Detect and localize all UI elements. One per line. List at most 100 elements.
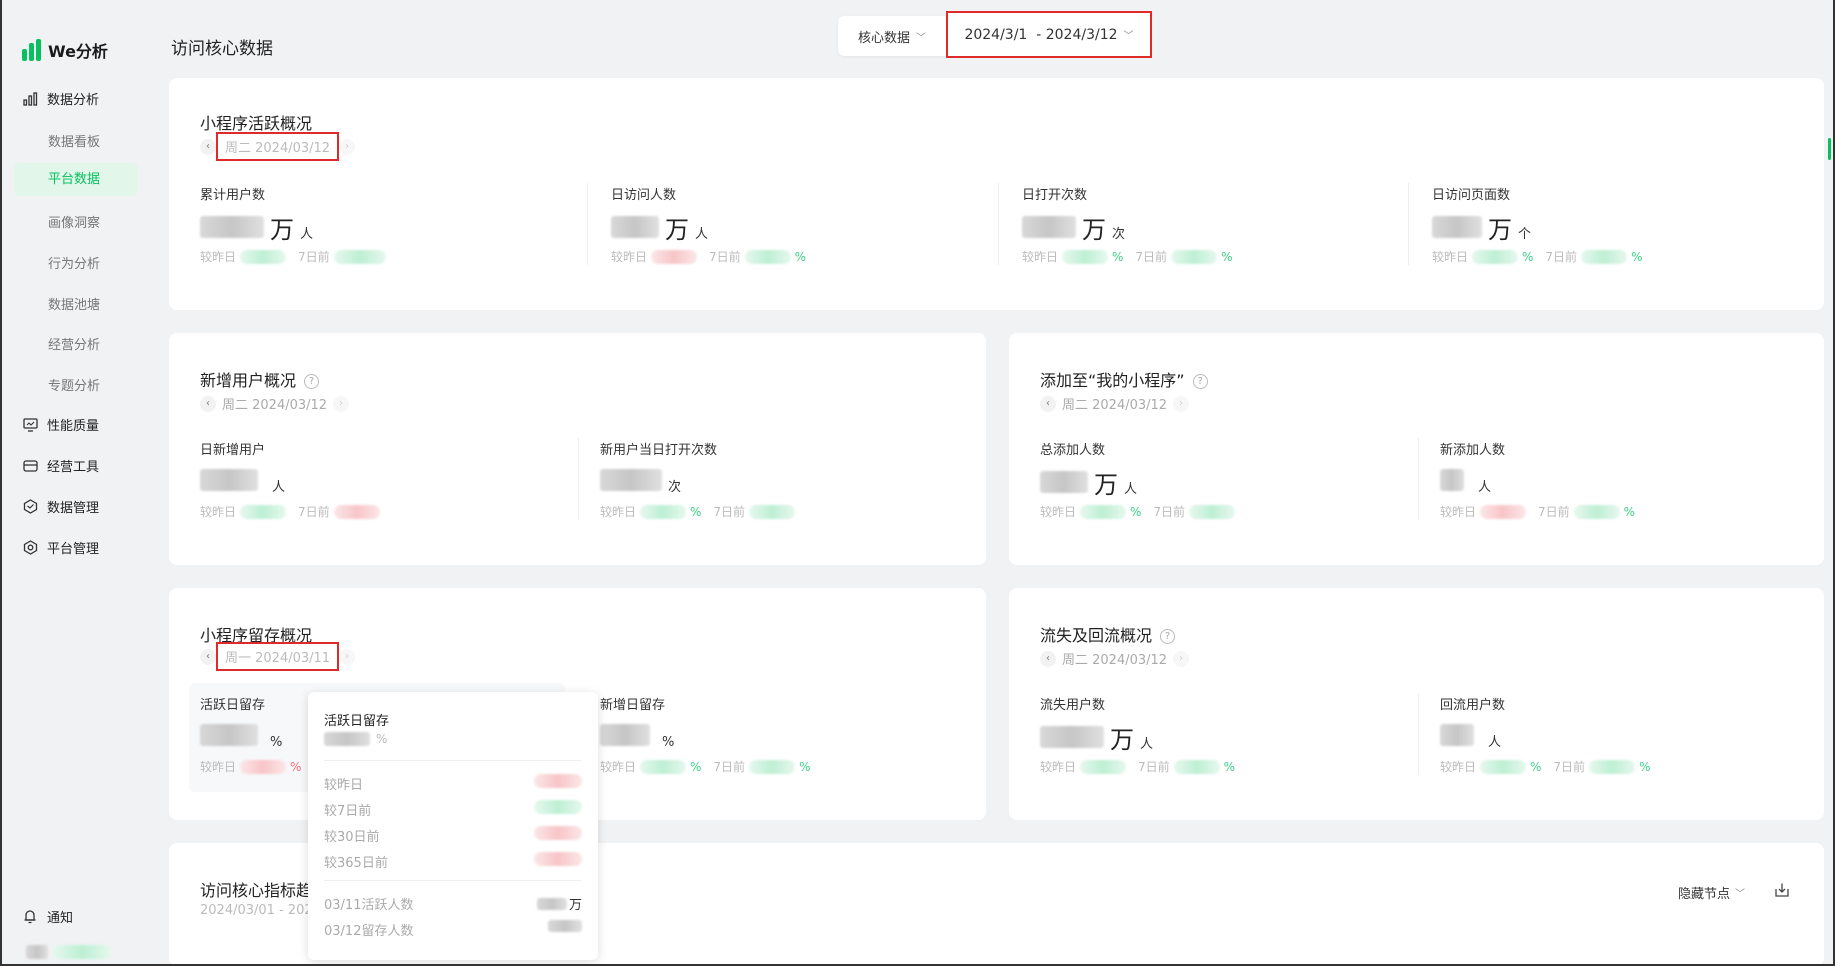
- chevron-left-icon[interactable]: ‹: [200, 395, 216, 412]
- metric-value: 万 人: [1040, 720, 1153, 755]
- date-range-value: 2024/3/1 - 2024/3/12: [964, 26, 1118, 43]
- chevron-right-icon[interactable]: ›: [1173, 395, 1190, 412]
- sidebar-item-platform-data[interactable]: 平台数据: [14, 163, 138, 196]
- nav-group-data-management[interactable]: 数据管理: [22, 497, 99, 516]
- retention-tooltip: 活跃日留存 % 较昨日 较7日前 较30日前 较365日前 03/11活跃人数万…: [308, 692, 598, 960]
- app-logo[interactable]: We分析: [22, 38, 108, 62]
- card-title: 添加至“我的小程序”?: [1040, 367, 1208, 391]
- sidebar: We分析 数据分析 数据看板 平台数据 画像洞察 行为分析 数据池塘 经营分析 …: [0, 0, 152, 966]
- date-range-picker[interactable]: 2024/3/1 - 2024/3/12 ﹀: [946, 11, 1152, 58]
- chevron-right-icon[interactable]: ›: [1173, 650, 1190, 667]
- metric-compare: 较昨日% 7日前%: [600, 759, 811, 774]
- metric-label: 新增日留存: [600, 698, 666, 713]
- tooltip-title: 活跃日留存: [324, 714, 390, 729]
- date-navigator: ‹ 周二 2024/03/12 ›: [1040, 394, 1190, 413]
- current-date: 周二 2024/03/12: [1062, 653, 1168, 668]
- divider: [1418, 438, 1419, 520]
- notification-link[interactable]: 通知: [22, 907, 73, 926]
- nav-group-label: 数据分析: [47, 93, 100, 108]
- metric-value: %: [600, 724, 674, 750]
- trend-date-range: 2024/03/01 - 202: [200, 903, 313, 918]
- metric-value: 万 人: [611, 210, 708, 245]
- nav-group-performance[interactable]: 性能质量: [22, 415, 99, 434]
- current-date: 周二 2024/03/12: [1062, 398, 1168, 413]
- card-title: 小程序活跃概况: [200, 114, 313, 133]
- metric-compare: 较昨日% 7日前: [600, 503, 796, 520]
- metric-compare: 较昨日% 7日前: [1040, 503, 1236, 520]
- sidebar-item-portrait[interactable]: 画像洞察: [48, 212, 100, 231]
- wallet-icon: [22, 458, 38, 474]
- metric-value: 万 次: [1022, 210, 1125, 245]
- tooltip-row: 较30日前: [324, 826, 582, 845]
- nav-group-label: 性能质量: [47, 419, 100, 434]
- help-icon[interactable]: ?: [1192, 374, 1208, 389]
- sidebar-item-topics[interactable]: 专题分析: [48, 375, 100, 394]
- metric-label: 总添加人数: [1040, 443, 1106, 458]
- churn-card: 流失及回流概况? ‹ 周二 2024/03/12 › 流失用户数 万 人 较昨日…: [1009, 588, 1824, 820]
- date-navigator: ‹ 周一 2024/03/11 ›: [200, 642, 356, 671]
- sidebar-item-data-pond[interactable]: 数据池塘: [48, 294, 100, 313]
- metric-value: 人: [1440, 469, 1491, 495]
- added-to-mine-card: 添加至“我的小程序”? ‹ 周二 2024/03/12 › 总添加人数 万 人 …: [1009, 333, 1824, 565]
- nav-group-platform-management[interactable]: 平台管理: [22, 538, 99, 557]
- metric-value[interactable]: %: [200, 724, 282, 750]
- divider: [998, 183, 999, 265]
- tooltip-row: 较7日前: [324, 800, 582, 819]
- avatar[interactable]: [26, 945, 118, 959]
- chevron-left-icon[interactable]: ‹: [1040, 650, 1056, 667]
- bell-icon: [22, 909, 38, 925]
- nav-group-label: 经营工具: [47, 460, 100, 475]
- nav-group-data-analysis[interactable]: 数据分析: [22, 89, 99, 108]
- divider: [587, 183, 588, 265]
- monitor-icon: [22, 417, 38, 433]
- metric-value: 万 人: [200, 210, 313, 245]
- cube-icon: [22, 499, 38, 515]
- current-date: 周一 2024/03/11: [216, 642, 340, 671]
- scrollbar-thumb[interactable]: [1828, 138, 1831, 160]
- app-name: We分析: [48, 42, 108, 61]
- current-date: 周二 2024/03/12: [216, 132, 340, 161]
- tooltip-value: %: [324, 732, 387, 746]
- metric-label: 累计用户数: [200, 188, 266, 203]
- tooltip-row: 较昨日: [324, 774, 582, 793]
- nav-group-business-tools[interactable]: 经营工具: [22, 456, 99, 475]
- sidebar-item-dashboard[interactable]: 数据看板: [48, 131, 100, 150]
- metric-value: 万 人: [1040, 465, 1137, 500]
- logo-icon: [22, 39, 42, 61]
- help-icon[interactable]: ?: [304, 374, 320, 389]
- chevron-left-icon[interactable]: ‹: [200, 648, 216, 665]
- metric-label: 日访问页面数: [1432, 188, 1511, 203]
- new-users-card: 新增用户概况? ‹ 周二 2024/03/12 › 日新增用户 人 较昨日 7日…: [169, 333, 986, 565]
- card-title: 流失及回流概况?: [1040, 622, 1176, 646]
- tooltip-row: 03/11活跃人数万: [324, 897, 582, 913]
- date-navigator: ‹ 周二 2024/03/12 ›: [200, 394, 350, 413]
- metric-value: 人: [200, 469, 285, 495]
- metric-label: 回流用户数: [1440, 698, 1506, 713]
- metric-label: 新添加人数: [1440, 443, 1506, 458]
- help-icon[interactable]: ?: [1160, 629, 1176, 644]
- chevron-right-icon[interactable]: ›: [339, 648, 356, 665]
- chevron-down-icon: ﹀: [916, 32, 927, 44]
- bar-chart-icon: [22, 91, 38, 107]
- sidebar-item-business[interactable]: 经营分析: [48, 334, 100, 353]
- divider: [1418, 693, 1419, 775]
- gear-icon: [22, 540, 38, 556]
- metric-label: 日打开次数: [1022, 188, 1088, 203]
- metric-compare: 较昨日% 7日前%: [1440, 759, 1651, 774]
- metric-compare: 较昨日 7日前%: [611, 249, 807, 264]
- category-select[interactable]: 核心数据 ﹀: [838, 16, 950, 56]
- nav-group-label: 平台管理: [47, 542, 100, 557]
- divider: [1408, 183, 1409, 265]
- chevron-left-icon[interactable]: ‹: [1040, 395, 1056, 412]
- download-icon[interactable]: [1774, 882, 1790, 898]
- metric-label: 活跃日留存: [200, 698, 266, 713]
- chevron-right-icon[interactable]: ›: [333, 395, 350, 412]
- hide-nodes-select[interactable]: 隐藏节点 ﹀: [1678, 883, 1745, 902]
- chevron-right-icon[interactable]: ›: [339, 138, 356, 155]
- metric-label: 流失用户数: [1040, 698, 1106, 713]
- metric-compare: 较昨日 7日前: [200, 248, 386, 265]
- chevron-left-icon[interactable]: ‹: [200, 138, 216, 155]
- sidebar-item-behavior[interactable]: 行为分析: [48, 253, 100, 272]
- metric-value: 次: [600, 469, 681, 495]
- metric-label: 新用户当日打开次数: [600, 443, 718, 458]
